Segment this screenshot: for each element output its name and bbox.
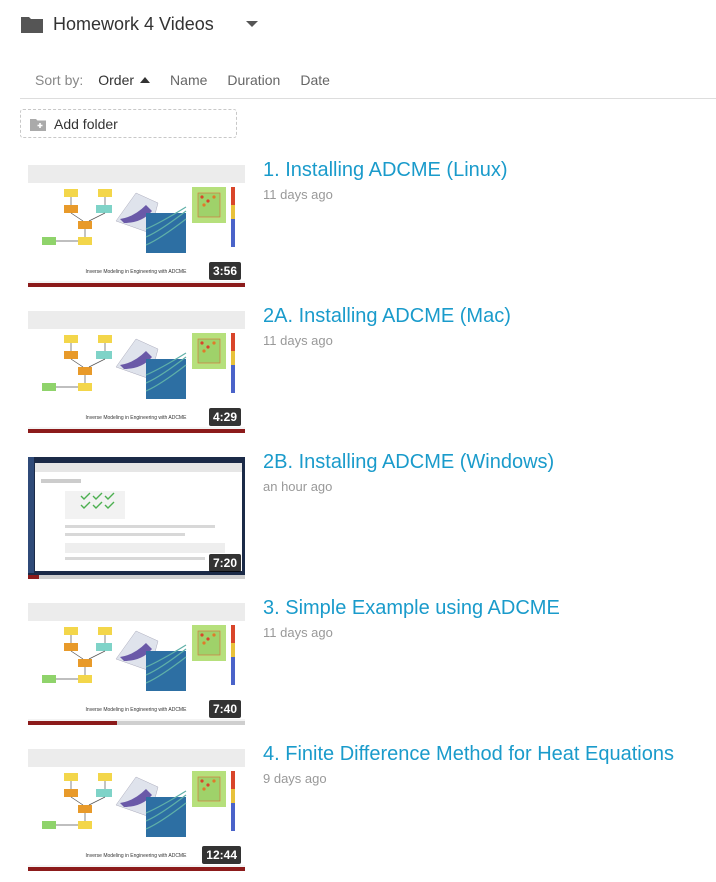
watch-progress-bar (28, 721, 245, 725)
watch-progress-bar (28, 429, 245, 433)
video-title[interactable]: 2B. Installing ADCME (Windows) (263, 451, 554, 474)
slide-caption: Inverse Modeling in Engineering with ADC… (86, 853, 188, 859)
thumb-band (28, 603, 245, 621)
video-age: 11 days ago (263, 187, 333, 202)
watch-progress-fill (28, 575, 39, 579)
add-folder-button[interactable]: Add folder (20, 109, 237, 138)
video-thumbnail[interactable]: Inverse Modeling in Engineering with ADC… (28, 603, 245, 725)
watch-progress-fill (28, 283, 245, 287)
video-item[interactable]: 7:20 2B. Installing ADCME (Windows) an h… (28, 451, 716, 582)
video-age: 9 days ago (263, 771, 327, 786)
video-item[interactable]: Inverse Modeling in Engineering with ADC… (28, 305, 716, 436)
video-thumbnail[interactable]: Inverse Modeling in Engineering with ADC… (28, 749, 245, 871)
video-title[interactable]: 1. Installing ADCME (Linux) (263, 159, 508, 182)
video-age: 11 days ago (263, 625, 333, 640)
divider (20, 98, 716, 99)
slide-caption: Inverse Modeling in Engineering with ADC… (86, 707, 188, 713)
caret-down-icon[interactable] (246, 21, 258, 27)
thumb-band (28, 165, 245, 183)
video-title[interactable]: 4. Finite Difference Method for Heat Equ… (263, 743, 674, 766)
video-thumbnail[interactable]: Inverse Modeling in Engineering with ADC… (28, 311, 245, 433)
sort-label: Sort by: (35, 72, 84, 88)
sort-option-duration[interactable]: Duration (227, 72, 280, 88)
video-title[interactable]: 2A. Installing ADCME (Mac) (263, 305, 511, 328)
folder-header[interactable]: Homework 4 Videos (20, 10, 214, 38)
duration-badge: 7:40 (208, 700, 241, 718)
add-folder-label: Add folder (54, 115, 118, 132)
thumb-band (28, 311, 245, 329)
sort-option-date[interactable]: Date (300, 72, 330, 88)
video-thumbnail[interactable]: Inverse Modeling in Engineering with ADC… (28, 165, 245, 287)
sort-bar: Sort by: Order Name Duration Date (35, 70, 350, 90)
sort-option-name[interactable]: Name (170, 72, 207, 88)
thumb-band (28, 749, 245, 767)
video-age: 11 days ago (263, 333, 333, 348)
watch-progress-bar (28, 283, 245, 287)
slide-caption: Inverse Modeling in Engineering with ADC… (86, 415, 188, 421)
watch-progress-fill (28, 429, 245, 433)
watch-progress-fill (28, 721, 117, 725)
slide-caption: Inverse Modeling in Engineering with ADC… (86, 269, 188, 275)
sort-option-order[interactable]: Order (98, 72, 151, 88)
watch-progress-bar (28, 575, 245, 579)
video-title[interactable]: 3. Simple Example using ADCME (263, 597, 560, 620)
video-item[interactable]: Inverse Modeling in Engineering with ADC… (28, 159, 716, 290)
sort-option-label: Order (98, 72, 135, 88)
duration-badge: 12:44 (202, 846, 241, 864)
add-folder-icon (30, 117, 46, 131)
watch-progress-fill (28, 867, 245, 871)
video-thumbnail[interactable]: 7:20 (28, 457, 245, 579)
duration-badge: 3:56 (208, 262, 241, 280)
duration-badge: 4:29 (208, 408, 241, 426)
video-item[interactable]: Inverse Modeling in Engineering with ADC… (28, 743, 716, 874)
folder-title: Homework 4 Videos (53, 13, 214, 34)
video-age: an hour ago (263, 479, 333, 494)
video-item[interactable]: Inverse Modeling in Engineering with ADC… (28, 597, 716, 728)
duration-badge: 7:20 (208, 554, 241, 572)
watch-progress-bar (28, 867, 245, 871)
desktop-taskbar (28, 457, 34, 573)
folder-icon (20, 14, 44, 34)
sort-ascending-icon (140, 77, 151, 83)
